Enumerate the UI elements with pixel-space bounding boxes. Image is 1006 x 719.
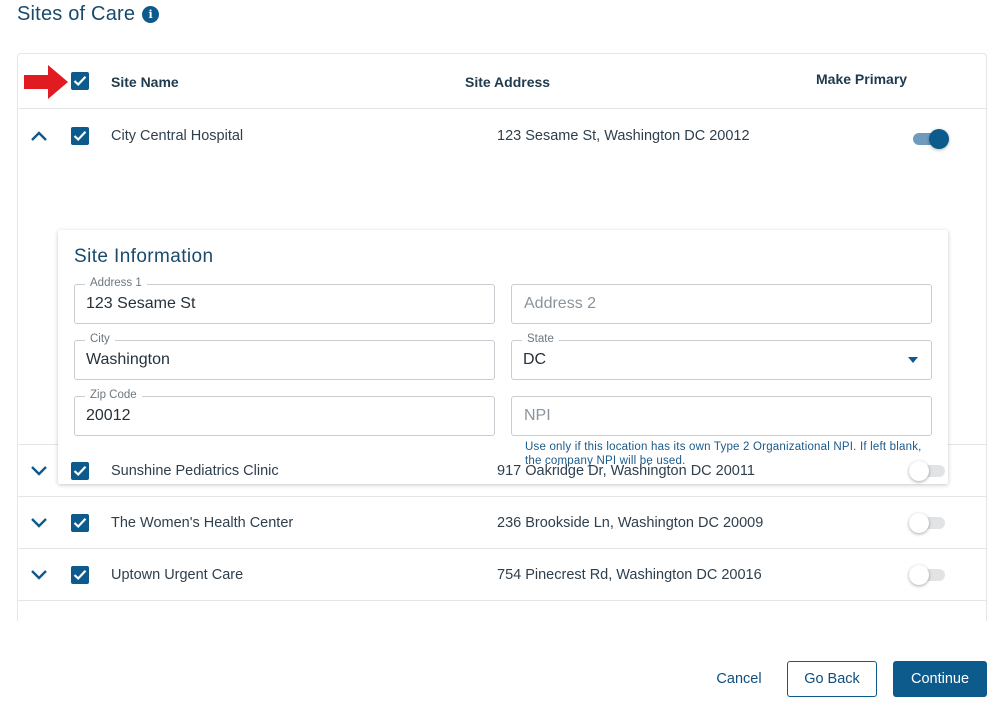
table-row: Uptown Urgent Care 754 Pinecrest Rd, Was…: [18, 549, 986, 601]
site-address: 917 Oakridge Dr, Washington DC 20011: [497, 463, 755, 479]
zip-code-field[interactable]: Zip Code 20012: [74, 389, 495, 436]
select-all-checkbox[interactable]: [71, 72, 89, 90]
make-primary-toggle[interactable]: [909, 459, 947, 483]
table-row: Sunshine Pediatrics Clinic 917 Oakridge …: [18, 445, 986, 497]
page-title-text: Sites of Care: [17, 3, 136, 25]
row-checkbox[interactable]: [71, 514, 89, 532]
site-name: Sunshine Pediatrics Clinic: [111, 463, 279, 479]
site-address: 236 Brookside Ln, Washington DC 20009: [497, 515, 764, 531]
make-primary-toggle[interactable]: [911, 127, 949, 151]
checkmark-icon: [73, 76, 87, 87]
state-label: State: [522, 333, 559, 345]
address1-field[interactable]: Address 1 123 Sesame St: [74, 277, 495, 324]
address2-placeholder: Address 2: [524, 295, 597, 312]
cancel-button[interactable]: Cancel: [706, 661, 772, 697]
checkmark-icon: [73, 570, 87, 581]
zip-code-label: Zip Code: [85, 389, 142, 401]
checkmark-icon: [73, 131, 87, 142]
state-select[interactable]: State DC: [511, 333, 932, 380]
chevron-up-icon[interactable]: [30, 130, 48, 142]
city-value: Washington: [86, 351, 170, 368]
checkmark-icon: [73, 466, 87, 477]
table-row: City Central Hospital 123 Sesame St, Was…: [18, 109, 986, 484]
column-header-make-primary: Make Primary: [816, 71, 908, 87]
state-value: DC: [523, 351, 547, 368]
red-arrow-icon: [24, 65, 68, 99]
info-icon[interactable]: i: [142, 6, 160, 23]
site-address: 123 Sesame St, Washington DC 20012: [497, 128, 750, 144]
npi-field[interactable]: NPI: [511, 396, 932, 436]
page-title: Sites of Care i: [17, 3, 160, 26]
zip-code-value: 20012: [86, 407, 131, 424]
checkmark-icon: [73, 518, 87, 529]
chevron-down-icon[interactable]: [30, 465, 48, 477]
column-header-site-name[interactable]: Site Name: [111, 74, 179, 90]
column-header-site-address[interactable]: Site Address: [465, 74, 550, 90]
table-row: The Women's Health Center 236 Brookside …: [18, 497, 986, 549]
make-primary-toggle[interactable]: [909, 511, 947, 535]
address1-label: Address 1: [85, 277, 147, 289]
address1-value: 123 Sesame St: [86, 295, 196, 312]
site-name: City Central Hospital: [111, 128, 244, 144]
chevron-down-icon[interactable]: [30, 517, 48, 529]
row-checkbox[interactable]: [71, 462, 89, 480]
caret-down-icon: [908, 357, 918, 363]
row-checkbox[interactable]: [71, 127, 89, 145]
chevron-down-icon[interactable]: [30, 569, 48, 581]
make-primary-toggle[interactable]: [909, 563, 947, 587]
sites-table: Site Name Site Address Make Primary City…: [17, 53, 987, 621]
site-address: 754 Pinecrest Rd, Washington DC 20016: [497, 567, 762, 583]
continue-button[interactable]: Continue: [893, 661, 987, 697]
city-field[interactable]: City Washington: [74, 333, 495, 380]
npi-placeholder: NPI: [524, 407, 551, 424]
site-information-title: Site Information: [74, 246, 214, 267]
city-label: City: [85, 333, 115, 345]
address2-field[interactable]: Address 2: [511, 284, 932, 324]
site-name: The Women's Health Center: [111, 515, 294, 531]
site-name: Uptown Urgent Care: [111, 567, 244, 583]
table-header: Site Name Site Address Make Primary: [18, 54, 986, 109]
row-checkbox[interactable]: [71, 566, 89, 584]
go-back-button[interactable]: Go Back: [787, 661, 877, 697]
